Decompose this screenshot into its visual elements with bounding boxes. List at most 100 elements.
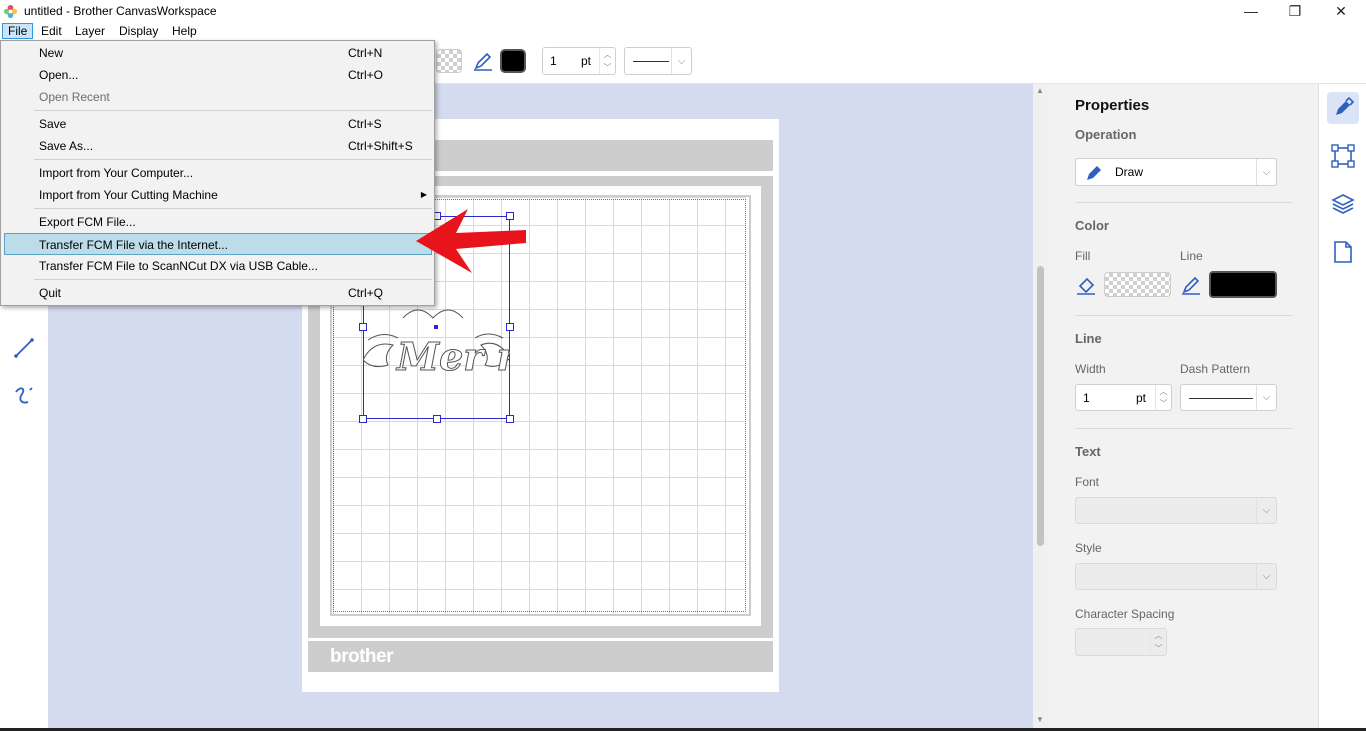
menu-separator: [34, 110, 432, 111]
line-tool-icon[interactable]: [12, 336, 36, 360]
spacing-spin-arrows[interactable]: ︿ ﹀: [1150, 629, 1166, 655]
resize-handle[interactable]: [359, 415, 367, 423]
menu-transfer-usb-label: Transfer FCM File to ScanNCut DX via USB…: [39, 259, 318, 273]
properties-title: Properties: [1075, 97, 1150, 114]
toolbar-width-spin-arrows[interactable]: ︿ ﹀: [599, 48, 615, 74]
menu-layer[interactable]: Layer: [70, 23, 110, 39]
menu-new-shortcut: Ctrl+N: [348, 46, 383, 60]
menu-save-label: Save: [39, 117, 67, 131]
freehand-tool-icon[interactable]: [12, 384, 36, 408]
design-text: Mer mama: [395, 334, 510, 379]
resize-handle[interactable]: [433, 415, 441, 423]
properties-tab[interactable]: [1327, 92, 1359, 124]
font-label: Font: [1075, 475, 1100, 489]
toolbar-dash-pattern-select[interactable]: ⌵: [624, 47, 692, 75]
chevron-down-icon: ⌵: [1256, 159, 1276, 185]
spin-up-icon[interactable]: ︿: [604, 49, 612, 60]
menu-transfer-usb[interactable]: Transfer FCM File to ScanNCut DX via USB…: [4, 255, 432, 277]
spin-down-icon[interactable]: ﹀: [1160, 398, 1168, 409]
spin-up-icon[interactable]: ︿: [1160, 386, 1168, 397]
toolbar-line-color-swatch[interactable]: [500, 49, 526, 73]
menu-import-computer-label: Import from Your Computer...: [39, 166, 194, 180]
menu-display[interactable]: Display: [114, 23, 163, 39]
maximize-button[interactable]: ❐: [1272, 0, 1318, 22]
menu-open-recent[interactable]: Open Recent: [4, 86, 432, 108]
resize-handle[interactable]: [506, 323, 514, 331]
line-width-stepper[interactable]: 1 pt ︿ ﹀: [1075, 384, 1172, 411]
line-width-unit: pt: [1136, 391, 1147, 405]
character-spacing-stepper[interactable]: ︿ ﹀: [1075, 628, 1167, 656]
chevron-down-icon: ⌵: [1256, 564, 1276, 589]
close-button[interactable]: ✕: [1318, 0, 1364, 22]
fill-label: Fill: [1075, 249, 1091, 263]
spin-down-icon[interactable]: ﹀: [1155, 643, 1163, 654]
divider: [1075, 202, 1293, 203]
pen-icon[interactable]: [472, 50, 494, 72]
scrollbar-thumb[interactable]: [1037, 266, 1044, 546]
right-sidebar: [1318, 84, 1366, 731]
menu-save[interactable]: Save Ctrl+S: [4, 113, 432, 135]
chevron-down-icon: ⌵: [1256, 498, 1276, 523]
scroll-up-icon[interactable]: ▲: [1036, 86, 1044, 95]
spin-up-icon[interactable]: ︿: [1155, 630, 1163, 641]
menu-export-fcm[interactable]: Export FCM File...: [4, 211, 432, 233]
menu-import-machine[interactable]: Import from Your Cutting Machine ▶: [4, 184, 432, 206]
menu-import-computer[interactable]: Import from Your Computer...: [4, 162, 432, 184]
menu-export-fcm-label: Export FCM File...: [39, 215, 136, 229]
line-width-value: 1: [1083, 391, 1090, 405]
pen-icon[interactable]: [1180, 274, 1202, 296]
chevron-down-icon: ⌵: [671, 48, 691, 74]
resize-handle[interactable]: [359, 323, 367, 331]
page-icon[interactable]: [1332, 240, 1354, 264]
menu-quit-shortcut: Ctrl+Q: [348, 286, 384, 300]
resize-handle[interactable]: [506, 415, 514, 423]
menu-save-as[interactable]: Save As... Ctrl+Shift+S: [4, 135, 432, 157]
restore-icon: ❐: [1288, 2, 1302, 19]
minimize-icon: —: [1244, 3, 1258, 19]
toolbar-fill-swatch[interactable]: [436, 49, 462, 73]
menu-quit-label: Quit: [39, 286, 62, 300]
menu-separator: [34, 159, 432, 160]
menu-transfer-internet-label: Transfer FCM File via the Internet...: [39, 238, 228, 252]
design-artwork[interactable]: Mer mama: [363, 300, 510, 419]
divider: [1075, 428, 1293, 429]
menu-new[interactable]: New Ctrl+N: [4, 42, 432, 64]
line-color-swatch[interactable]: [1209, 271, 1277, 298]
dash-pattern-select[interactable]: ⌵: [1180, 384, 1277, 411]
toolbar-line-width-stepper[interactable]: 1 pt ︿ ﹀: [542, 47, 616, 75]
width-spin-arrows[interactable]: ︿ ﹀: [1155, 385, 1171, 410]
menu-open-label: Open...: [39, 68, 79, 82]
menu-open[interactable]: Open... Ctrl+O: [4, 64, 432, 86]
style-select[interactable]: ⌵: [1075, 563, 1277, 590]
menu-transfer-internet[interactable]: Transfer FCM File via the Internet...: [4, 233, 432, 255]
text-section-label: Text: [1075, 444, 1101, 459]
transform-icon[interactable]: [1331, 144, 1355, 168]
menu-save-as-shortcut: Ctrl+Shift+S: [348, 139, 413, 153]
layers-icon[interactable]: [1331, 192, 1355, 216]
menu-open-recent-label: Open Recent: [39, 90, 110, 104]
menu-file[interactable]: File: [2, 23, 34, 39]
solid-line-preview: [633, 61, 669, 62]
menu-help[interactable]: Help: [167, 23, 202, 39]
menu-edit[interactable]: Edit: [36, 23, 67, 39]
font-select[interactable]: ⌵: [1075, 497, 1277, 524]
fill-bucket-icon[interactable]: [1075, 274, 1097, 296]
scroll-down-icon[interactable]: ▼: [1036, 715, 1044, 724]
menu-quit[interactable]: Quit Ctrl+Q: [4, 282, 432, 304]
window-title: untitled - Brother CanvasWorkspace: [24, 4, 217, 18]
vertical-scrollbar[interactable]: ▲ ▼: [1033, 84, 1048, 729]
minimize-button[interactable]: —: [1228, 0, 1274, 22]
menu-new-label: New: [39, 46, 64, 60]
fill-color-swatch[interactable]: [1104, 272, 1171, 297]
width-label: Width: [1075, 362, 1106, 376]
solid-line-preview: [1189, 398, 1253, 399]
menu-separator: [34, 279, 432, 280]
operation-label: Operation: [1075, 127, 1137, 142]
toolbar-width-value: 1: [550, 54, 557, 68]
operation-select[interactable]: Draw ⌵: [1075, 158, 1277, 186]
pen-icon: [1087, 166, 1101, 180]
menu-save-as-label: Save As...: [39, 139, 94, 153]
spin-down-icon[interactable]: ﹀: [604, 62, 612, 73]
menu-open-shortcut: Ctrl+O: [348, 68, 384, 82]
divider: [1075, 315, 1293, 316]
